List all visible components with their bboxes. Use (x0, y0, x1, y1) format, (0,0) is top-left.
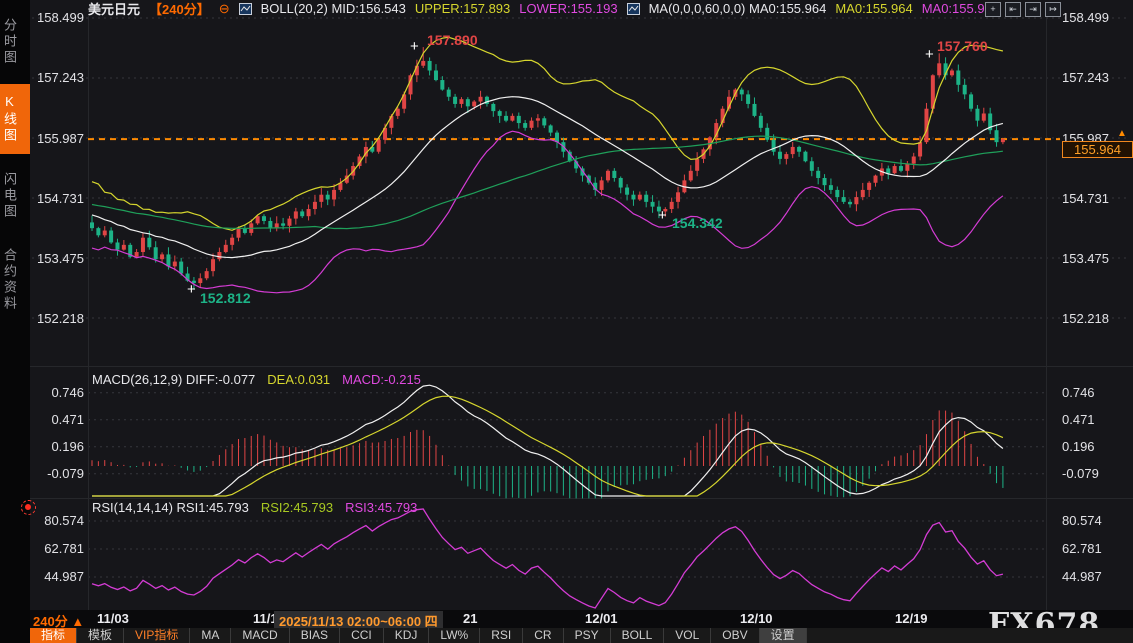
low-annotation: 154.342 (672, 215, 723, 231)
price-axis-label: 153.475 (1062, 251, 1128, 266)
sidebar: 分时图 K线图 闪电图 合约资料 (0, 0, 30, 643)
chart-window: 分时图 K线图 闪电图 合约资料 美元日元 【240分】 ⊖ BOLL(20,2… (0, 0, 1133, 643)
macd-dea-label: DEA:0.031 (267, 372, 330, 387)
price-axis-label: 157.243 (1062, 70, 1128, 85)
toolbar-item-rsi[interactable]: RSI (480, 628, 523, 643)
scale-right-icon[interactable]: ⇥ (1025, 2, 1041, 17)
toolbar-item-vip-indicator[interactable]: VIP指标 (124, 628, 190, 643)
extreme-marker-cross: + (410, 38, 419, 55)
crosshair-icon[interactable]: + (985, 2, 1001, 17)
time-axis: 240分 ▲ 11/03 11/1 2025/11/13 02:00~06:00… (30, 610, 1133, 628)
price-axis-label: 152.218 (32, 311, 84, 326)
current-price-box: 155.964 (1062, 141, 1133, 158)
rsi3-label: RSI3:45.793 (345, 500, 417, 515)
toolbar-item-settings[interactable]: 设置 (760, 628, 807, 643)
indicator-toolbar: 指标 模板 VIP指标 MA MACD BIAS CCI KDJ LW% RSI… (30, 628, 1133, 643)
rsi-axis-label: 44.987 (1062, 569, 1128, 584)
macd-axis-label: 0.746 (32, 385, 84, 400)
macd-diff-label: MACD(26,12,9) DIFF:-0.077 (92, 372, 255, 387)
boll-indicator-icon[interactable] (239, 3, 252, 15)
sidebar-tab-contract-info[interactable]: 合约资料 (0, 238, 30, 322)
rsi-axis-label: 80.574 (32, 513, 84, 528)
time-label: 11/03 (97, 611, 129, 626)
rsi-axis-label: 62.781 (1062, 541, 1128, 556)
extreme-marker-cross: + (925, 46, 934, 63)
scale-left-icon[interactable]: ⇤ (1005, 2, 1021, 17)
toolbar-item-macd[interactable]: MACD (231, 628, 289, 643)
toolbar-item-boll[interactable]: BOLL (611, 628, 665, 643)
period-badge[interactable]: 【240分】 (149, 0, 210, 18)
price-axis-label: 154.731 (1062, 191, 1128, 206)
rsi2-label: RSI2:45.793 (261, 500, 333, 515)
collapse-icon[interactable]: ⊖ (219, 1, 230, 17)
ma-values: MA(0,0,0,60,0,0) MA0:155.964 (649, 1, 827, 16)
rsi-pane-labels: RSI(14,14,14) RSI1:45.793 RSI2:45.793 RS… (92, 500, 417, 515)
toolbar-item-ma[interactable]: MA (190, 628, 231, 643)
rsi-axis-label: 80.574 (1062, 513, 1128, 528)
shift-right-icon[interactable]: ↦ (1045, 2, 1061, 17)
toolbar-item-lw[interactable]: LW% (429, 628, 480, 643)
time-label: 12/19 (895, 611, 928, 626)
time-label: 21 (463, 611, 477, 626)
ma-value-yellow: MA0:155.964 (835, 1, 912, 16)
sidebar-tab-kline[interactable]: K线图 (0, 84, 30, 154)
price-axis-label: 155.987 (32, 131, 84, 146)
high-annotation: 157.890 (427, 32, 478, 48)
live-indicator-dot (21, 500, 36, 515)
rsi-axis-label: 62.781 (32, 541, 84, 556)
toolbar-item-cr[interactable]: CR (523, 628, 563, 643)
price-axis-label: 154.731 (32, 191, 84, 206)
boll-lower-value: LOWER:155.193 (519, 1, 617, 16)
high-annotation: 157.760 (937, 38, 988, 54)
toolbar-item-indicator[interactable]: 指标 (30, 628, 77, 643)
low-annotation: 152.812 (200, 290, 251, 306)
price-up-arrow-icon: ▲ (1117, 128, 1127, 139)
macd-axis-label: 0.746 (1062, 385, 1128, 400)
sidebar-tab-flash[interactable]: 闪电图 (0, 162, 30, 230)
period-up-arrow-icon: ▲ (71, 614, 84, 629)
header-tools: + ⇤ ⇥ ↦ (985, 2, 1061, 17)
toolbar-item-template[interactable]: 模板 (77, 628, 124, 643)
price-axis-label: 158.499 (32, 10, 84, 25)
macd-axis-label: 0.196 (1062, 439, 1128, 454)
price-axis-label: 152.218 (1062, 311, 1128, 326)
toolbar-item-obv[interactable]: OBV (711, 628, 759, 643)
boll-upper-value: UPPER:157.893 (415, 1, 510, 16)
macd-pane-labels: MACD(26,12,9) DIFF:-0.077 DEA:0.031 MACD… (92, 372, 421, 387)
price-axis-label: 158.499 (1062, 10, 1128, 25)
time-label: 12/10 (740, 611, 773, 626)
macd-axis-label: 0.196 (32, 439, 84, 454)
header-bar: 美元日元 【240分】 ⊖ BOLL(20,2) MID:156.543 UPP… (88, 0, 999, 17)
macd-axis-label: -0.079 (32, 466, 84, 481)
toolbar-item-bias[interactable]: BIAS (290, 628, 340, 643)
toolbar-item-vol[interactable]: VOL (664, 628, 711, 643)
macd-axis-label: -0.079 (1062, 466, 1128, 481)
rsi-axis-label: 44.987 (32, 569, 84, 584)
toolbar-item-psy[interactable]: PSY (564, 628, 611, 643)
extreme-marker-cross: + (658, 207, 667, 224)
ma-indicator-icon[interactable] (627, 3, 640, 15)
chart-plot-area[interactable] (0, 0, 1133, 643)
price-axis-label: 157.243 (32, 70, 84, 85)
rsi1-label: RSI(14,14,14) RSI1:45.793 (92, 500, 249, 515)
toolbar-item-kdj[interactable]: KDJ (384, 628, 430, 643)
extreme-marker-cross: + (187, 281, 196, 298)
boll-values: BOLL(20,2) MID:156.543 (261, 1, 406, 16)
time-label: 12/01 (585, 611, 618, 626)
macd-axis-label: 0.471 (32, 412, 84, 427)
price-axis-label: 153.475 (32, 251, 84, 266)
macd-axis-label: 0.471 (1062, 412, 1128, 427)
macd-value-label: MACD:-0.215 (342, 372, 421, 387)
sidebar-tab-timeline[interactable]: 分时图 (0, 8, 30, 76)
toolbar-item-cci[interactable]: CCI (340, 628, 384, 643)
symbol-title: 美元日元 (88, 0, 140, 18)
